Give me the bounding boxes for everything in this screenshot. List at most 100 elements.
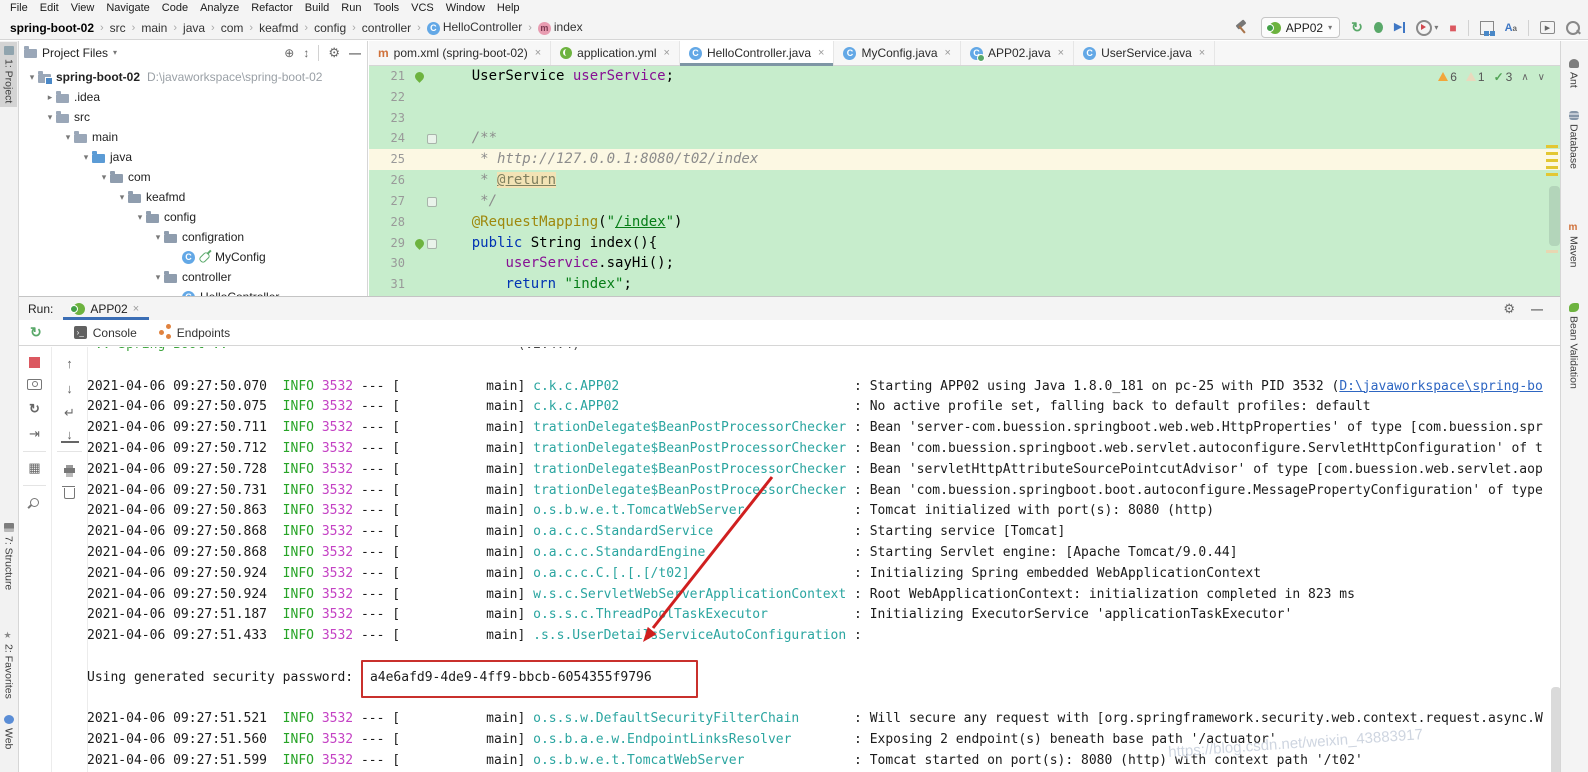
tree-item-controller[interactable]: ▾controller (18, 267, 367, 287)
build-hammer-icon[interactable] (1235, 20, 1250, 35)
code-line-23[interactable]: 23 (369, 108, 1561, 129)
layout-icon[interactable]: ▦ (26, 459, 44, 477)
error-stripe-mark[interactable] (1546, 159, 1558, 162)
soft-wrap-icon[interactable]: ↵ (61, 404, 79, 422)
spring-bean-icon[interactable] (413, 70, 426, 83)
tree-item-spring-boot-02[interactable]: ▾spring-boot-02D:\javaworkspace\spring-b… (18, 67, 367, 87)
fold-marker-icon[interactable] (427, 239, 437, 249)
fold-marker-icon[interactable] (427, 197, 437, 207)
code-line-28[interactable]: 28 @RequestMapping("/index") (369, 212, 1561, 233)
code-line-31[interactable]: 31 return "index"; (369, 274, 1561, 295)
editor-tab-app02.java[interactable]: CAPP02.java× (961, 41, 1074, 65)
editor-tab-hellocontroller.java[interactable]: CHelloController.java× (680, 41, 835, 65)
menu-item-code[interactable]: Code (156, 2, 194, 14)
code-line-26[interactable]: 26 * @return (369, 170, 1561, 191)
sidebar-tab-ant[interactable]: Ant (1565, 55, 1582, 92)
exit-icon[interactable]: ⇥ (26, 425, 44, 443)
editor-tab-myconfig.java[interactable]: CMyConfig.java× (834, 41, 960, 65)
menu-item-navigate[interactable]: Navigate (100, 2, 155, 14)
breadcrumb-item-config[interactable]: config (312, 21, 348, 35)
sidebar-tab-bean-validation[interactable]: Bean Validation (1565, 299, 1582, 393)
tree-item-config[interactable]: ▾config (18, 207, 367, 227)
close-icon[interactable]: × (664, 47, 670, 59)
breadcrumb-item-hellocontroller[interactable]: CHelloController (425, 20, 524, 35)
close-icon[interactable]: × (945, 47, 951, 59)
project-view-selector[interactable]: Project Files (42, 46, 108, 60)
code-line-27[interactable]: 27 */ (369, 191, 1561, 212)
rerun-icon[interactable]: ↻ (30, 324, 42, 341)
expand-collapse-icon[interactable]: ↕ (303, 46, 309, 60)
hide-panel-icon[interactable]: — (349, 46, 361, 60)
breadcrumb-item-controller[interactable]: controller (360, 21, 413, 35)
stop-icon[interactable]: ■ (1449, 21, 1456, 35)
code-line-22[interactable]: 22 (369, 87, 1561, 108)
menu-item-run[interactable]: Run (335, 2, 367, 14)
error-stripe-mark[interactable] (1546, 250, 1558, 253)
error-stripe-mark[interactable] (1546, 166, 1558, 169)
breadcrumb-item-index[interactable]: mindex (536, 20, 585, 35)
fold-marker-icon[interactable] (427, 134, 437, 144)
error-stripe-mark[interactable] (1546, 145, 1558, 148)
menu-item-window[interactable]: Window (440, 2, 491, 14)
sidebar-tab-favorites[interactable]: ★ 2: Favorites (0, 627, 17, 703)
menu-item-build[interactable]: Build (299, 2, 335, 14)
menu-item-refactor[interactable]: Refactor (245, 2, 299, 14)
close-icon[interactable]: × (133, 303, 139, 315)
breadcrumb-item-src[interactable]: src (108, 21, 128, 35)
down-stack-trace-icon[interactable]: ↓ (61, 379, 79, 397)
coverage-icon[interactable]: ▶ (1394, 22, 1405, 33)
error-stripe-mark[interactable] (1546, 152, 1558, 155)
scroll-to-end-icon[interactable]: ↓ (61, 429, 79, 443)
breadcrumb-item-main[interactable]: main (139, 21, 169, 35)
breadcrumb-item-keafmd[interactable]: keafmd (257, 21, 300, 35)
close-icon[interactable]: × (1058, 47, 1064, 59)
breadcrumb-item-com[interactable]: com (219, 21, 246, 35)
editor-tab-userservice.java[interactable]: CUserService.java× (1074, 41, 1215, 65)
clear-console-icon[interactable] (61, 484, 79, 502)
print-icon[interactable] (61, 459, 79, 477)
gear-icon[interactable]: ⚙ (328, 45, 340, 61)
code-line-29[interactable]: 29 public String index(){ (369, 233, 1561, 254)
thread-dump-icon[interactable] (26, 375, 44, 393)
editor-tab-application.yml[interactable]: application.yml× (551, 41, 680, 65)
close-icon[interactable]: × (818, 47, 824, 59)
menu-item-tools[interactable]: Tools (367, 2, 405, 14)
code-editor[interactable]: 6 1 ✓3 ∧ ∨ 21 UserService userService;22… (369, 66, 1561, 296)
menu-item-file[interactable]: File (4, 2, 34, 14)
close-icon[interactable]: × (1199, 47, 1205, 59)
run-icon[interactable]: ↻ (1351, 19, 1363, 36)
tree-item-com[interactable]: ▾com (18, 167, 367, 187)
hide-panel-icon[interactable]: — (1531, 302, 1543, 316)
run-configuration-select[interactable]: APP02 ▾ (1261, 17, 1340, 38)
chevron-down-icon[interactable]: ▾ (1434, 23, 1438, 32)
menu-item-help[interactable]: Help (491, 2, 526, 14)
sidebar-tab-web[interactable]: Web (0, 711, 17, 753)
restart-app-icon[interactable]: ↻ (26, 400, 44, 418)
console-output[interactable]: :: Spring Boot :: (v2.4.4)2021-04-06 09:… (87, 347, 1561, 772)
sidebar-tab-maven[interactable]: m Maven (1565, 219, 1582, 272)
pin-icon[interactable] (26, 493, 44, 511)
debug-icon[interactable] (1374, 22, 1383, 33)
editor-tab-pom.xml[interactable]: mpom.xml (spring-boot-02)× (369, 41, 551, 65)
spring-bean-icon[interactable] (413, 237, 426, 250)
up-stack-trace-icon[interactable]: ↑ (61, 354, 79, 372)
profiler-icon[interactable] (1416, 20, 1432, 36)
sidebar-tab-structure[interactable]: 7: Structure (0, 519, 17, 594)
tab-console[interactable]: ›_ Console (64, 320, 147, 345)
tree-item-configration[interactable]: ▾configration (18, 227, 367, 247)
search-icon[interactable] (1566, 21, 1580, 35)
translate-icon[interactable]: Aa (1505, 22, 1517, 34)
code-line-30[interactable]: 30 userService.sayHi(); (369, 253, 1561, 274)
console-link[interactable]: D:\javaworkspace\spring-bo (1339, 379, 1543, 394)
tree-item-main[interactable]: ▾main (18, 127, 367, 147)
run-tab-app02[interactable]: APP02 × (63, 297, 149, 320)
stop-icon[interactable] (29, 357, 40, 368)
tree-item-keafmd[interactable]: ▾keafmd (18, 187, 367, 207)
error-stripe-mark[interactable] (1546, 173, 1558, 176)
tree-item-hellocontroller[interactable]: CHelloController (18, 287, 367, 296)
menu-item-edit[interactable]: Edit (34, 2, 65, 14)
modules-icon[interactable] (1480, 21, 1494, 35)
code-line-21[interactable]: 21 UserService userService; (369, 66, 1561, 87)
menu-item-view[interactable]: View (65, 2, 101, 14)
tree-item-.idea[interactable]: ▸.idea (18, 87, 367, 107)
